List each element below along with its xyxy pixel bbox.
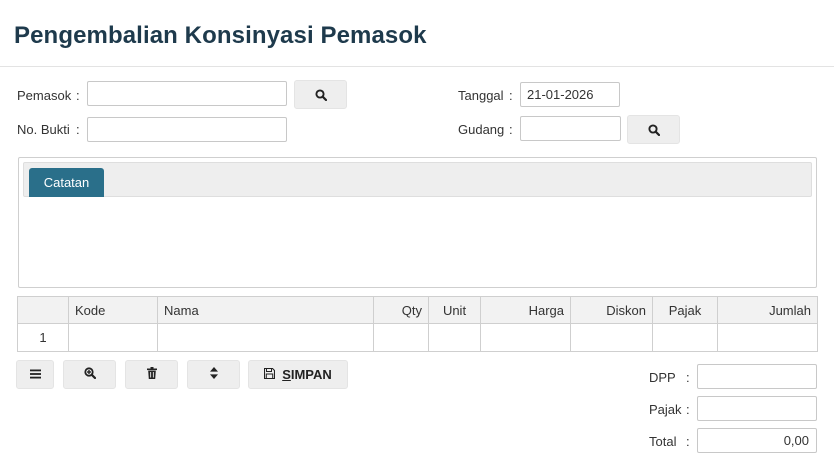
table-row[interactable]: 1 bbox=[17, 323, 818, 352]
row-number-cell: 1 bbox=[17, 323, 69, 352]
unit-cell[interactable] bbox=[428, 323, 481, 352]
zoom-in-icon bbox=[83, 367, 96, 382]
pemasok-label: Pemasok bbox=[17, 88, 72, 103]
col-header-unit[interactable]: Unit bbox=[428, 296, 481, 324]
pajak-cell[interactable] bbox=[652, 323, 718, 352]
pemasok-search-button[interactable] bbox=[294, 80, 347, 109]
menu-button[interactable] bbox=[16, 360, 54, 389]
pajak-field[interactable] bbox=[697, 396, 817, 421]
col-header-diskon[interactable]: Diskon bbox=[570, 296, 653, 324]
zoom-button[interactable] bbox=[63, 360, 116, 389]
tanggal-colon: : bbox=[509, 88, 513, 103]
dpp-field[interactable] bbox=[697, 364, 817, 389]
notes-panel: Catatan bbox=[18, 157, 817, 288]
save-button[interactable]: SIMPAN bbox=[248, 360, 348, 389]
total-field[interactable] bbox=[697, 428, 817, 453]
delete-button[interactable] bbox=[125, 360, 178, 389]
page-title: Pengembalian Konsinyasi Pemasok bbox=[14, 22, 427, 49]
search-icon bbox=[647, 123, 660, 136]
title-divider bbox=[0, 66, 834, 67]
nama-cell[interactable] bbox=[157, 323, 374, 352]
col-header-nama[interactable]: Nama bbox=[157, 296, 374, 324]
no-bukti-colon: : bbox=[76, 122, 80, 137]
col-header-kode[interactable]: Kode bbox=[68, 296, 158, 324]
col-header-pajak[interactable]: Pajak bbox=[652, 296, 718, 324]
search-icon bbox=[314, 88, 327, 101]
col-header-jumlah[interactable]: Jumlah bbox=[717, 296, 818, 324]
tab-catatan[interactable]: Catatan bbox=[29, 168, 104, 197]
total-label: Total bbox=[649, 434, 677, 449]
floppy-disk-icon bbox=[264, 367, 276, 382]
gudang-colon: : bbox=[509, 122, 513, 137]
qty-cell[interactable] bbox=[373, 323, 429, 352]
save-button-label: SIMPAN bbox=[282, 367, 332, 382]
pajak-label: Pajak bbox=[649, 402, 682, 417]
pemasok-colon: : bbox=[76, 88, 80, 103]
tanggal-label: Tanggal bbox=[458, 88, 504, 103]
pajak-colon: : bbox=[686, 402, 690, 417]
sort-button[interactable] bbox=[187, 360, 240, 389]
gudang-input[interactable] bbox=[520, 116, 621, 141]
kode-cell[interactable] bbox=[68, 323, 158, 352]
dpp-label: DPP bbox=[649, 370, 676, 385]
total-colon: : bbox=[686, 434, 690, 449]
save-accesskey: S bbox=[282, 367, 291, 382]
tanggal-date-field[interactable] bbox=[520, 82, 620, 107]
tab-bar: Catatan bbox=[23, 162, 812, 197]
col-header-harga[interactable]: Harga bbox=[480, 296, 571, 324]
gudang-search-button[interactable] bbox=[627, 115, 680, 144]
gudang-label: Gudang bbox=[458, 122, 505, 137]
save-label-rest: IMPAN bbox=[290, 367, 332, 382]
items-table: Kode Nama Qty Unit Harga Diskon Pajak Ju… bbox=[17, 296, 818, 352]
col-header-qty[interactable]: Qty bbox=[373, 296, 429, 324]
col-header-row-number bbox=[17, 296, 69, 324]
harga-cell[interactable] bbox=[480, 323, 571, 352]
diskon-cell[interactable] bbox=[570, 323, 653, 352]
sort-icon bbox=[209, 367, 218, 382]
dpp-colon: : bbox=[686, 370, 690, 385]
no-bukti-input[interactable] bbox=[87, 117, 287, 142]
pemasok-input[interactable] bbox=[87, 81, 287, 106]
table-header-row: Kode Nama Qty Unit Harga Diskon Pajak Ju… bbox=[17, 296, 818, 324]
no-bukti-label: No. Bukti bbox=[17, 122, 70, 137]
trash-icon bbox=[146, 367, 157, 382]
jumlah-cell[interactable] bbox=[717, 323, 818, 352]
menu-icon bbox=[29, 367, 41, 382]
